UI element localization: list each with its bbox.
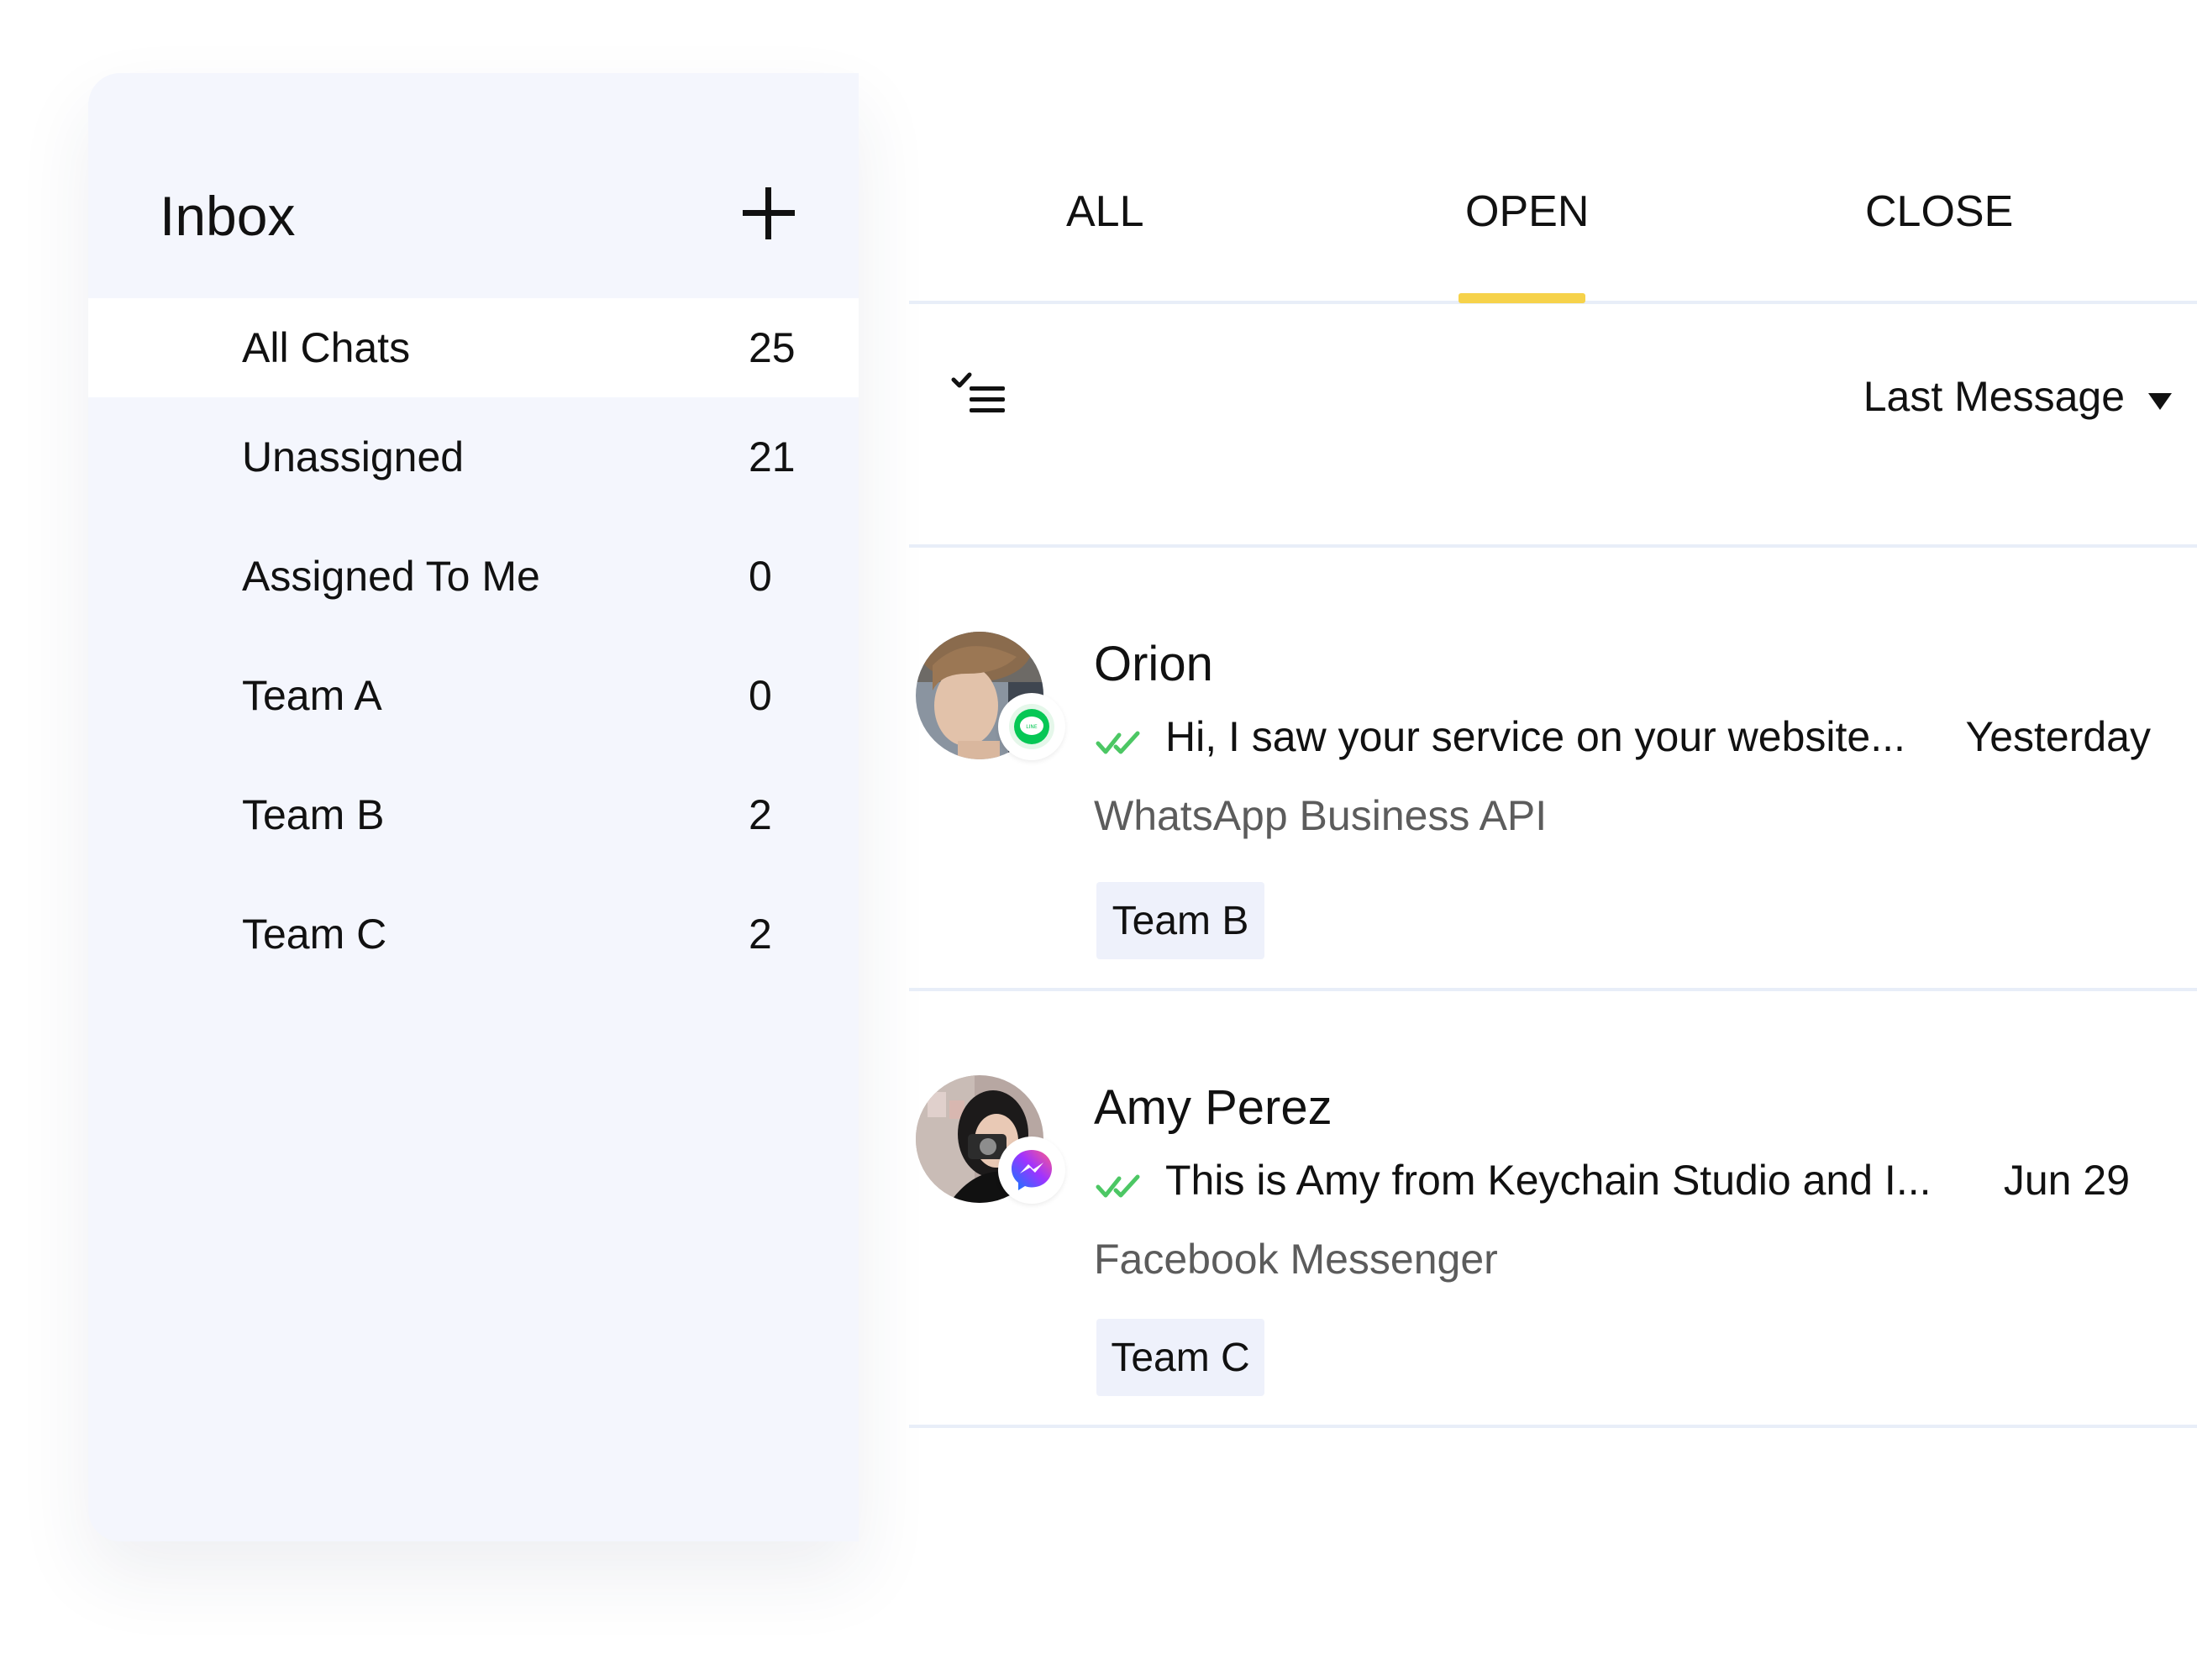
sidebar-item-count: 2: [749, 911, 772, 958]
messenger-icon: [998, 1137, 1065, 1204]
chat-list-item[interactable]: Amy Perez This is Amy from Keychain Stud…: [909, 991, 2197, 1428]
message-preview: This is Amy from Keychain Studio and I..…: [1165, 1157, 1932, 1204]
plus-icon[interactable]: [739, 184, 815, 260]
sidebar-item-unassigned[interactable]: Unassigned 21: [88, 417, 859, 537]
team-tag: Team C: [1096, 1319, 1264, 1396]
sort-label: Last Message: [1863, 373, 2125, 420]
inbox-title: Inbox: [160, 185, 296, 247]
sidebar-item-label: Assigned To Me: [242, 553, 540, 600]
sidebar-item-label: All Chats: [242, 324, 411, 371]
checklist-filter-icon[interactable]: [951, 371, 1018, 430]
sidebar-item-team-c[interactable]: Team C 2: [88, 895, 859, 1014]
chat-list: LINE Orion Hi, I saw your service on you…: [909, 548, 2197, 1428]
chat-toolbar: Last Message: [909, 304, 2197, 548]
sidebar-item-count: 0: [749, 553, 772, 600]
status-tabs: ALL OPEN CLOSE: [909, 73, 2197, 304]
sidebar-item-label: Team A: [242, 672, 382, 719]
active-tab-indicator: [1459, 293, 1585, 303]
contact-name: Orion: [1094, 637, 1213, 691]
sidebar-item-count: 0: [749, 672, 772, 719]
sidebar-item-count: 25: [749, 324, 796, 371]
tab-all[interactable]: ALL: [1066, 186, 1144, 237]
channel-name: WhatsApp Business API: [1094, 792, 1548, 839]
caret-down-icon: [2148, 393, 2172, 410]
tab-open[interactable]: OPEN: [1465, 186, 1589, 237]
sidebar-header: Inbox: [88, 73, 859, 298]
message-time: Yesterday: [1965, 713, 2151, 760]
sidebar-item-team-b[interactable]: Team B 2: [88, 775, 859, 895]
sort-select[interactable]: Last Message: [1863, 363, 2172, 430]
message-time: Jun 29: [2003, 1157, 2130, 1204]
sidebar-item-assigned-to-me[interactable]: Assigned To Me 0: [88, 537, 859, 656]
chat-list-item[interactable]: LINE Orion Hi, I saw your service on you…: [909, 548, 2197, 991]
team-tag: Team B: [1096, 882, 1264, 959]
sidebar-item-all-chats[interactable]: All Chats 25: [88, 298, 859, 397]
line-icon: LINE: [998, 693, 1065, 760]
contact-name: Amy Perez: [1094, 1080, 1332, 1135]
message-preview: Hi, I saw your service on your website..…: [1165, 713, 1905, 760]
channel-name: Facebook Messenger: [1094, 1236, 1498, 1283]
tab-close[interactable]: CLOSE: [1865, 186, 2013, 237]
sidebar-item-label: Team B: [242, 791, 385, 838]
inbox-sidebar: Inbox All Chats 25 Unassigned 21 Assigne…: [88, 73, 859, 1541]
sidebar-item-count: 2: [749, 791, 772, 838]
sidebar-item-team-a[interactable]: Team A 0: [88, 656, 859, 775]
double-check-icon: [1096, 1174, 1140, 1198]
inbox-nav-list: All Chats 25 Unassigned 21 Assigned To M…: [88, 298, 859, 1014]
sidebar-item-count: 21: [749, 433, 796, 480]
double-check-icon: [1096, 731, 1140, 754]
chat-panel: ALL OPEN CLOSE Last Message LINE Orion H…: [909, 73, 2197, 1501]
svg-text:LINE: LINE: [1026, 724, 1038, 730]
sidebar-item-label: Team C: [242, 911, 387, 958]
sidebar-item-label: Unassigned: [242, 433, 465, 480]
